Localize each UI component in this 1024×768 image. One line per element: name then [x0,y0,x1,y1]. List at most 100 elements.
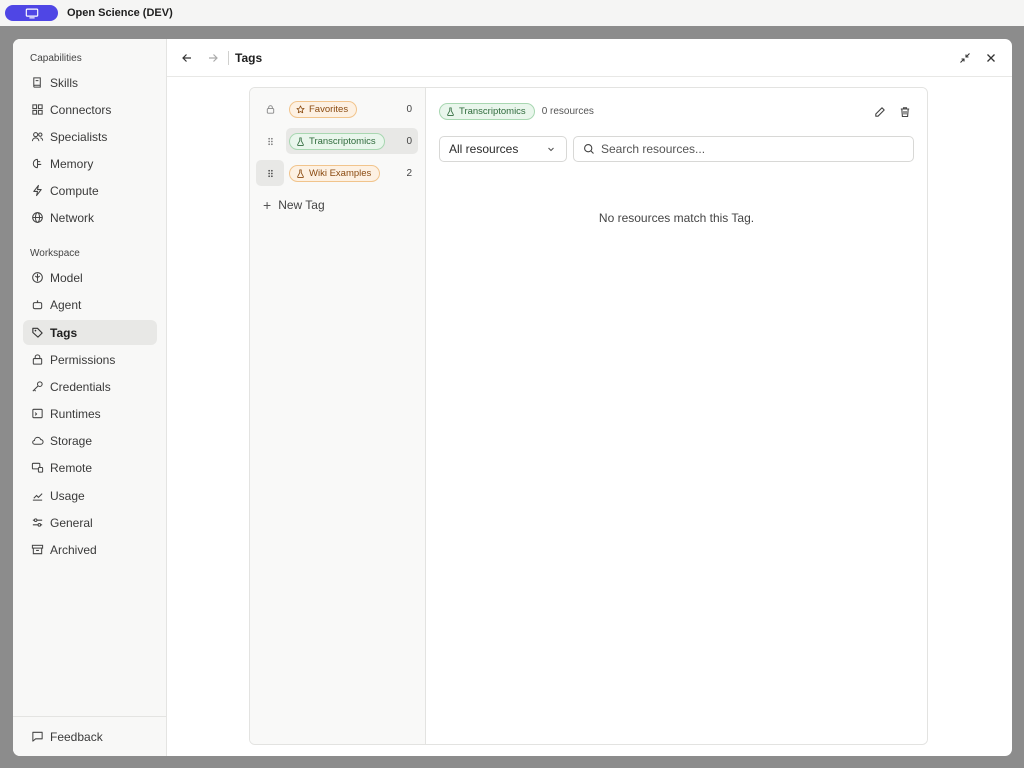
grid-icon [31,103,44,116]
sidebar-item-tags[interactable]: Tags [23,320,157,345]
new-tag-button[interactable]: + New Tag [263,197,325,213]
sidebar-item-remote[interactable]: Remote [23,455,157,480]
drag-handle-icon[interactable] [256,160,284,186]
sidebar-item-specialists[interactable]: Specialists [23,124,157,149]
settings-modal: Capabilities Skills Connectors Specialis… [13,39,1012,756]
sidebar-item-label: Skills [50,75,79,90]
sidebar-item-skills[interactable]: Skills [23,70,157,95]
tag-row-favorites[interactable]: Favorites 0 [256,96,418,122]
tag-actions [872,104,912,119]
bolt-icon [31,184,44,197]
tag-icon [31,326,44,339]
users-icon [31,130,44,143]
app-bar: Open Science (DEV) [0,0,1024,26]
delete-tag-button[interactable] [897,104,912,119]
resource-count: 0 resources [541,106,594,117]
sidebar-item-label: Model [50,270,83,285]
tag-chip: Wiki Examples [289,164,381,182]
resource-search-input[interactable] [601,142,901,156]
settings-sidebar: Capabilities Skills Connectors Specialis… [13,39,167,756]
sidebar-item-usage[interactable]: Usage [23,483,157,508]
tag-label: Transcriptomics [309,135,376,147]
lock-icon [256,96,284,122]
tag-count: 2 [406,167,412,179]
capabilities-section-label: Capabilities [30,53,82,64]
header-divider [228,50,229,65]
globe-icon [31,211,44,224]
tag-chip: Favorites [289,100,358,118]
search-icon [584,144,594,154]
tag-row-transcriptomics[interactable]: Transcriptomics 0 [256,128,418,154]
star-icon [296,104,305,113]
empty-state-message: No resources match this Tag. [598,211,755,225]
main-header: Tags [167,39,1012,77]
sidebar-item-network[interactable]: Network [23,205,157,230]
terminal-icon [31,407,44,420]
tag-detail: Transcriptomics 0 resources All resource… [426,88,927,744]
sidebar-item-general[interactable]: General [23,510,157,535]
sidebar-item-permissions[interactable]: Permissions [23,347,157,372]
sidebar-item-label: Network [50,210,95,225]
main-content: Tags Favorites 0 Transcriptomics 0 Wiki … [167,39,1012,756]
sidebar-item-credentials[interactable]: Credentials [23,374,157,399]
arrow-left-icon [182,53,191,62]
edit-tag-button[interactable] [872,104,887,119]
book-icon [31,76,44,89]
flask-icon [297,168,304,178]
close-icon [987,53,995,62]
chevron-down-icon [548,147,554,152]
drag-handle-icon[interactable] [256,128,284,154]
message-icon [31,730,44,743]
workspace-section-label: Workspace [30,248,80,259]
sidebar-item-memory[interactable]: Memory [23,151,157,176]
sidebar-item-connectors[interactable]: Connectors [23,97,157,122]
sidebar-item-label: Memory [50,156,94,171]
monitor-icon [25,8,38,18]
sidebar-item-runtimes[interactable]: Runtimes [23,401,157,426]
key-icon [31,380,44,393]
plus-icon: + [263,197,272,213]
sidebar-item-archived[interactable]: Archived [23,537,157,562]
sidebar-item-storage[interactable]: Storage [23,428,157,453]
pencil-icon [874,106,885,117]
tag-label: Wiki Examples [309,167,372,179]
tag-count: 0 [406,135,412,147]
selected-tag-chip: Transcriptomics [439,103,535,120]
forward-button[interactable] [203,48,223,68]
sidebar-item-label: Permissions [50,352,116,367]
arrow-right-icon [209,53,218,62]
sidebar-item-label: Agent [50,297,82,312]
resource-search [573,136,914,162]
sidebar-item-agent[interactable]: Agent [23,292,157,317]
tag-label: Favorites [309,103,349,115]
page-title: Tags [235,50,263,65]
tag-count: 0 [406,103,412,115]
trash-icon [900,106,909,117]
resource-filter-value: All resources [449,142,519,156]
sidebar-item-compute[interactable]: Compute [23,178,157,203]
lock-icon [31,353,44,366]
sidebar-item-label: Remote [50,460,93,475]
brain-icon [31,157,44,170]
remote-icon [31,461,44,474]
resource-filter-select[interactable]: All resources [439,136,567,162]
collapse-button[interactable] [955,48,975,68]
tag-row-wiki-examples[interactable]: Wiki Examples 2 [256,160,418,186]
tag-chip: Transcriptomics [289,132,385,150]
sidebar-footer: Feedback [13,716,166,756]
feedback-button[interactable]: Feedback [23,724,157,749]
close-button[interactable] [981,48,1001,68]
new-tag-label: New Tag [278,198,325,212]
sidebar-item-model[interactable]: Model [23,265,157,290]
tag-list: Favorites 0 Transcriptomics 0 Wiki Examp… [250,88,426,744]
sidebar-item-label: Compute [50,183,99,198]
sidebar-item-label: Usage [50,488,85,503]
selected-tag-label: Transcriptomics [459,106,526,117]
flask-icon [297,136,304,146]
sidebar-item-label: Storage [50,433,93,448]
app-switcher-button[interactable] [5,5,58,21]
sidebar-item-label: Connectors [50,102,112,117]
back-button[interactable] [177,48,197,68]
cloud-icon [31,434,44,447]
app-title: Open Science (DEV) [67,7,173,19]
